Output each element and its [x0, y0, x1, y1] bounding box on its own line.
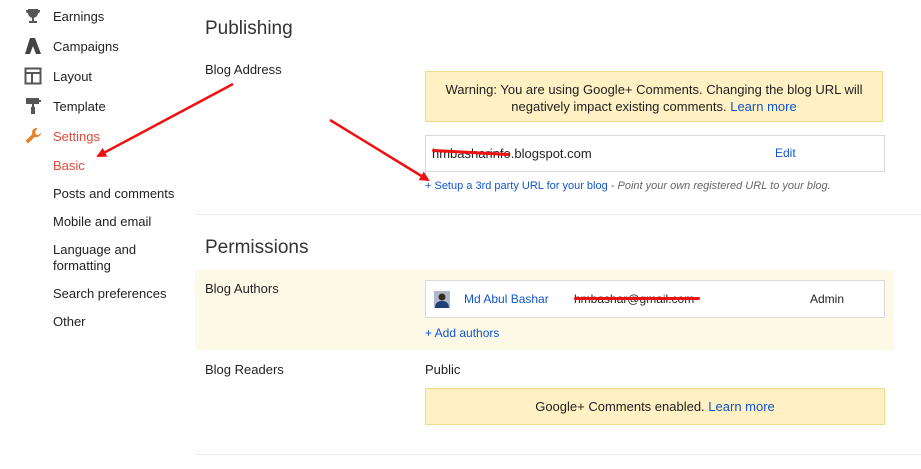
setup-3rd-party-url: + Setup a 3rd party URL for your blog - … — [425, 180, 831, 192]
settings-sub-basic[interactable]: Basic — [53, 158, 85, 174]
sidebar-item-label: Settings — [53, 128, 100, 144]
add-authors-link[interactable]: + Add authors — [425, 326, 499, 340]
trophy-icon — [24, 7, 42, 25]
section-divider — [195, 454, 921, 455]
sidebar-item-earnings[interactable]: Earnings — [24, 6, 104, 26]
warning-learn-more-link[interactable]: Learn more — [730, 99, 796, 114]
adwords-icon — [24, 37, 42, 55]
comments-warning: Warning: You are using Google+ Comments.… — [425, 71, 883, 122]
gplus-learn-more-link[interactable]: Learn more — [708, 399, 774, 414]
blog-readers-value[interactable]: Public — [425, 362, 460, 377]
section-divider — [195, 214, 921, 215]
wrench-icon — [24, 127, 42, 145]
sidebar-item-template[interactable]: Template — [24, 96, 106, 116]
blog-readers-label: Blog Readers — [205, 362, 284, 377]
sidebar-item-label: Template — [53, 98, 106, 114]
paint-roller-icon — [24, 97, 42, 115]
sidebar-item-layout[interactable]: Layout — [24, 66, 92, 86]
sidebar-item-settings[interactable]: Settings — [24, 126, 100, 146]
settings-sub-other[interactable]: Other — [53, 314, 86, 330]
email-redaction-mark — [574, 297, 700, 300]
sidebar-item-label: Layout — [53, 68, 93, 84]
author-name-link[interactable]: Md Abul Bashar — [464, 292, 549, 306]
avatar — [434, 291, 450, 308]
arrow-to-basic — [96, 82, 234, 158]
edit-address-link[interactable]: Edit — [775, 146, 796, 160]
blog-address-value: hmbasharinfo.blogspot.com — [432, 146, 592, 161]
author-role: Admin — [810, 292, 845, 306]
sidebar-item-campaigns[interactable]: Campaigns — [24, 36, 119, 56]
setup-hint-text: - Point your own registered URL to your … — [610, 180, 831, 192]
sidebar-item-label: Campaigns — [53, 38, 119, 54]
sidebar-item-label: Earnings — [53, 8, 105, 24]
blog-authors-label: Blog Authors — [205, 281, 279, 296]
settings-sub-mobile-email[interactable]: Mobile and email — [53, 214, 151, 230]
arrow-to-setup-link — [329, 118, 430, 182]
settings-sub-search-preferences[interactable]: Search preferences — [53, 286, 166, 302]
gplus-comments-text: Google+ Comments enabled. — [535, 399, 705, 414]
warning-text: Warning: You are using Google+ Comments.… — [445, 82, 863, 114]
settings-sub-language-formatting[interactable]: Language and formatting — [53, 242, 163, 274]
gplus-comments-notice: Google+ Comments enabled. Learn more — [425, 388, 885, 425]
publishing-title: Publishing — [205, 18, 293, 39]
blog-address-label: Blog Address — [205, 62, 282, 77]
permissions-title: Permissions — [205, 237, 309, 258]
setup-3rd-party-url-link[interactable]: + Setup a 3rd party URL for your blog — [425, 180, 608, 192]
layout-icon — [24, 67, 42, 85]
settings-sub-posts-comments[interactable]: Posts and comments — [53, 186, 174, 202]
